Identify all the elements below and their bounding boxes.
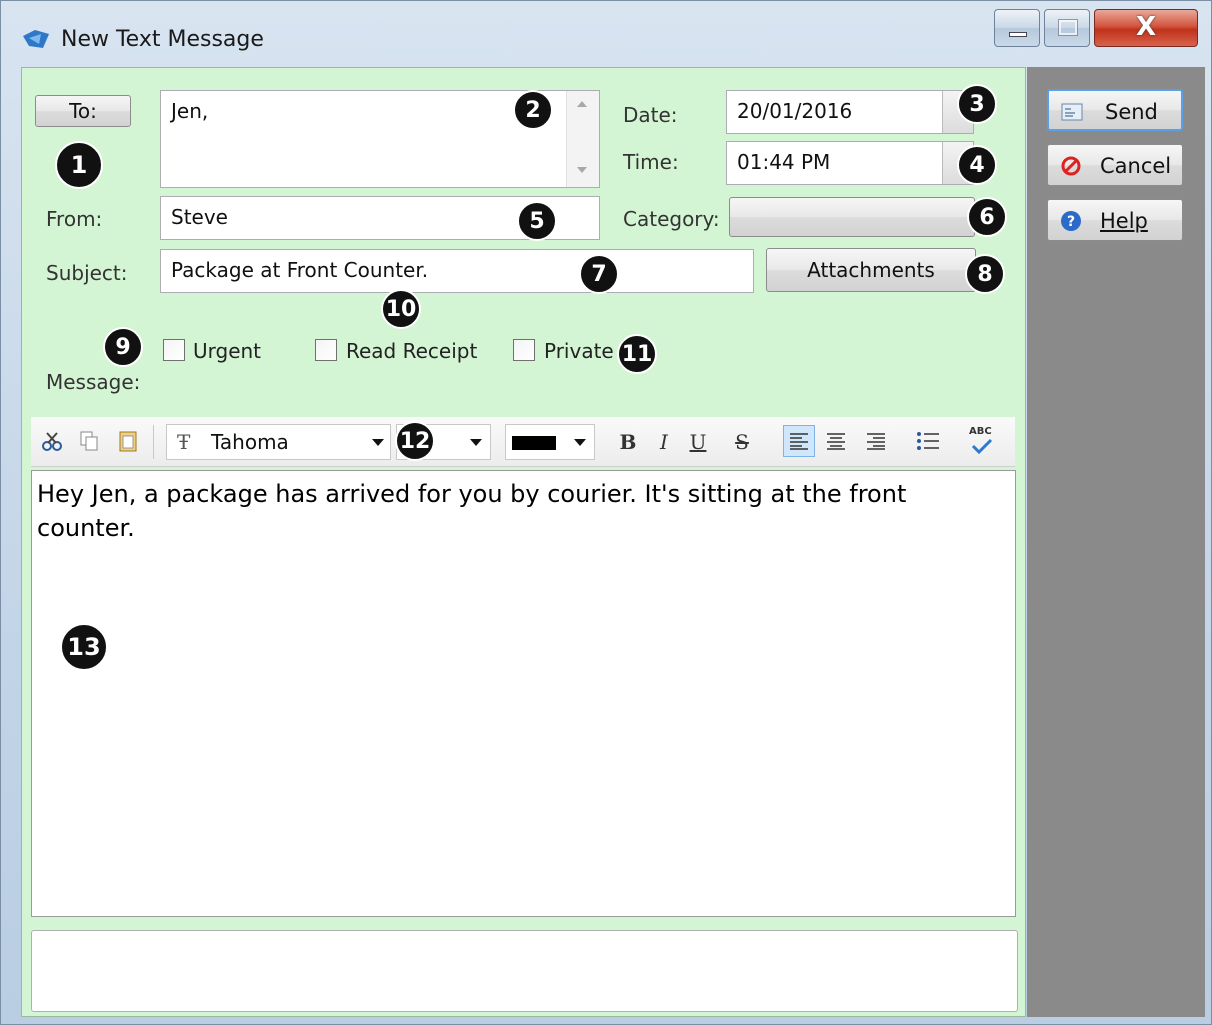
date-label: Date: <box>623 103 678 127</box>
font-family-select[interactable]: Ŧ Tahoma <box>166 424 391 460</box>
category-select[interactable] <box>729 197 975 237</box>
callout-4: 4 <box>957 145 997 185</box>
help-button[interactable]: ? Help <box>1047 199 1183 241</box>
size-dropdown-icon[interactable] <box>470 439 482 446</box>
urgent-checkbox[interactable] <box>163 339 185 361</box>
align-center-button[interactable] <box>823 427 849 455</box>
color-swatch <box>512 436 556 450</box>
font-color-select[interactable] <box>505 424 595 460</box>
message-body-editor[interactable]: Hey Jen, a package has arrived for you b… <box>31 470 1016 917</box>
message-label: Message: <box>46 370 141 394</box>
bullet-list-button[interactable] <box>915 427 941 455</box>
minimize-button[interactable] <box>994 9 1040 47</box>
format-toolbar: Ŧ Tahoma B I U S ABC <box>31 417 1015 467</box>
read-receipt-label: Read Receipt <box>346 339 478 363</box>
send-label: Send <box>1105 100 1158 124</box>
app-icon <box>23 30 49 48</box>
font-dropdown-icon[interactable] <box>372 439 384 446</box>
title-bar: New Text Message X <box>1 1 1212 65</box>
align-left-button[interactable] <box>783 425 815 457</box>
time-value: 01:44 PM <box>737 150 831 174</box>
maximize-icon <box>1058 19 1078 36</box>
callout-9: 9 <box>103 327 143 367</box>
send-button[interactable]: Send <box>1047 89 1183 131</box>
font-icon: Ŧ <box>177 430 191 454</box>
to-button[interactable]: To: <box>35 95 131 127</box>
align-left-icon <box>790 433 808 450</box>
callout-13: 13 <box>60 623 108 671</box>
to-value: Jen, <box>171 99 209 123</box>
callout-8: 8 <box>965 254 1005 294</box>
time-field[interactable]: 01:44 PM <box>726 141 974 185</box>
from-value: Steve <box>171 205 228 229</box>
message-body-text: Hey Jen, a package has arrived for you b… <box>37 480 907 542</box>
cancel-label: Cancel <box>1100 154 1172 178</box>
category-label: Category: <box>623 207 720 231</box>
paste-icon[interactable] <box>115 427 141 455</box>
message-window: New Text Message X To: 1 Jen, 2 Date: 20… <box>0 0 1212 1025</box>
date-value: 20/01/2016 <box>737 99 853 123</box>
cancel-icon <box>1061 156 1081 176</box>
spellcheck-icon: ABC <box>967 426 997 456</box>
strikethrough-button[interactable]: S <box>727 426 757 458</box>
private-checkbox[interactable] <box>513 339 535 361</box>
callout-7: 7 <box>579 254 619 294</box>
align-center-icon <box>827 433 845 450</box>
bold-button[interactable]: B <box>613 426 643 458</box>
copy-icon[interactable] <box>76 427 102 455</box>
time-label: Time: <box>623 150 679 174</box>
toolbar-separator <box>153 425 154 459</box>
font-name: Tahoma <box>211 430 289 454</box>
callout-12: 12 <box>395 421 435 461</box>
bullet-list-icon <box>917 432 939 450</box>
subject-label: Subject: <box>46 261 128 285</box>
align-right-icon <box>867 433 885 450</box>
read-receipt-checkbox[interactable] <box>315 339 337 361</box>
attachments-button[interactable]: Attachments <box>766 248 976 292</box>
close-icon: X <box>1135 12 1157 42</box>
callout-5: 5 <box>517 201 557 241</box>
minimize-icon <box>1009 32 1027 37</box>
cancel-button[interactable]: Cancel <box>1047 144 1183 186</box>
status-area <box>31 930 1018 1012</box>
from-label: From: <box>46 207 103 231</box>
maximize-button[interactable] <box>1044 9 1090 47</box>
svg-text:?: ? <box>1067 214 1075 230</box>
callout-3: 3 <box>957 84 997 124</box>
scroll-down-icon[interactable] <box>577 167 587 173</box>
color-dropdown-icon[interactable] <box>574 439 586 446</box>
align-right-button[interactable] <box>863 427 889 455</box>
urgent-label: Urgent <box>193 339 262 363</box>
subject-field[interactable]: Package at Front Counter. <box>160 249 754 293</box>
to-scrollbar[interactable] <box>566 91 599 187</box>
help-icon: ? <box>1061 211 1081 231</box>
scroll-up-icon[interactable] <box>577 101 587 107</box>
underline-button[interactable]: U <box>683 426 713 458</box>
close-button[interactable]: X <box>1094 9 1198 47</box>
date-field[interactable]: 20/01/2016 <box>726 90 974 134</box>
callout-11: 11 <box>617 334 657 374</box>
callout-10: 10 <box>381 289 421 329</box>
help-label: Help <box>1100 209 1148 233</box>
italic-button[interactable]: I <box>649 426 679 458</box>
send-icon <box>1061 103 1083 121</box>
cut-icon[interactable] <box>39 427 65 455</box>
callout-1: 1 <box>55 141 103 189</box>
spellcheck-button[interactable]: ABC <box>965 426 999 456</box>
callout-2: 2 <box>513 90 553 130</box>
private-label: Private <box>544 339 614 363</box>
window-title: New Text Message <box>61 27 264 52</box>
callout-6: 6 <box>967 197 1007 237</box>
subject-value: Package at Front Counter. <box>171 258 429 282</box>
